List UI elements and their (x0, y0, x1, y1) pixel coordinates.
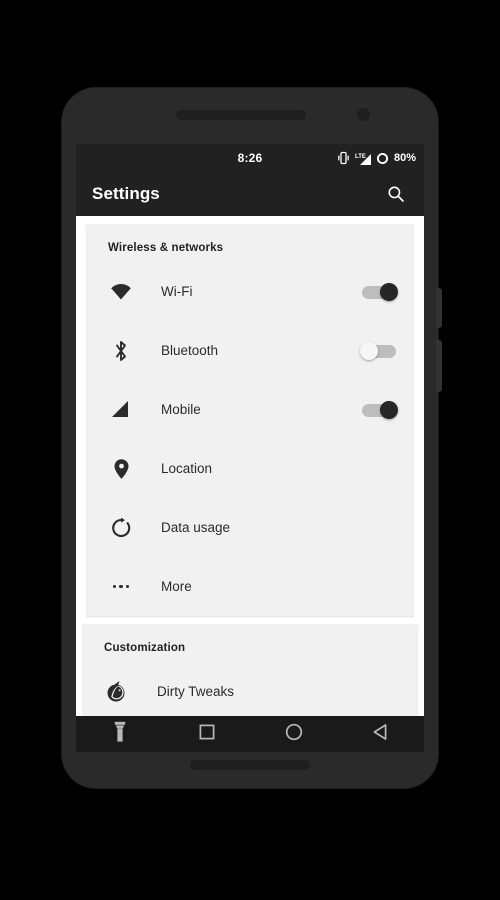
settings-row-wifi[interactable]: Wi-Fi (86, 262, 414, 321)
settings-row-location[interactable]: Location (86, 439, 414, 498)
volume-button[interactable] (436, 340, 442, 392)
app-bar: Settings (76, 172, 424, 216)
settings-row-data-usage[interactable]: Data usage (86, 498, 414, 557)
circle-icon (285, 723, 303, 746)
recents-button[interactable] (163, 716, 250, 752)
back-button[interactable] (337, 716, 424, 752)
location-pin-icon (108, 456, 134, 482)
bottom-speaker-grille (190, 760, 310, 770)
square-icon (199, 724, 215, 745)
battery-percent-label: 80% (393, 152, 416, 164)
settings-row-dirty-tweaks[interactable]: Dirty Tweaks (82, 662, 418, 721)
settings-row-label: Wi-Fi (161, 284, 193, 299)
toggle-knob (360, 341, 378, 360)
battery-circle-icon (376, 152, 389, 165)
section-title-wireless: Wireless & networks (108, 242, 224, 254)
phone-screen: 8:26 LTE 80% Settings Wireless & network… (76, 144, 424, 752)
wifi-toggle[interactable] (362, 282, 398, 301)
lte-signal-icon: LTE (355, 150, 372, 166)
section-card-customization: Customization Dirty Tweaks (82, 624, 418, 721)
status-time: 8:26 (237, 151, 263, 165)
settings-row-label: Location (161, 461, 213, 476)
settings-row-label: Bluetooth (161, 343, 219, 358)
page-title: Settings (92, 184, 160, 203)
settings-list[interactable]: Wireless & networks Wi-Fi Bluetooth Mobi… (76, 216, 424, 752)
screenshot-root: 8:26 LTE 80% Settings Wireless & network… (0, 0, 500, 900)
earpiece-speaker (176, 110, 306, 120)
unicorn-icon (104, 679, 130, 705)
search-icon[interactable] (382, 180, 410, 208)
toggle-knob (380, 282, 398, 301)
settings-row-label: More (161, 579, 192, 594)
phone-frame: 8:26 LTE 80% Settings Wireless & network… (62, 88, 442, 788)
triangle-back-icon (372, 723, 389, 746)
data-usage-icon (108, 515, 134, 541)
status-icon-tray: LTE 80% (336, 144, 416, 172)
bluetooth-toggle[interactable] (360, 341, 396, 360)
front-camera (357, 108, 370, 121)
flashlight-button[interactable] (76, 716, 163, 752)
settings-row-mobile[interactable]: Mobile (86, 380, 414, 439)
flashlight-icon (112, 721, 128, 748)
bluetooth-icon (108, 338, 134, 364)
mobile-toggle[interactable] (362, 400, 398, 419)
wifi-icon (108, 279, 134, 305)
settings-row-bluetooth[interactable]: Bluetooth (86, 321, 414, 380)
status-bar: 8:26 LTE 80% (76, 144, 424, 172)
signal-icon (108, 397, 134, 423)
section-title-customization: Customization (104, 642, 186, 654)
power-button[interactable] (436, 288, 442, 328)
section-card-wireless: Wireless & networks Wi-Fi Bluetooth Mobi… (86, 224, 414, 616)
settings-row-label: Data usage (161, 520, 231, 535)
navigation-bar (76, 716, 424, 752)
settings-row-label: Mobile (161, 402, 201, 417)
settings-row-more[interactable]: More (86, 557, 414, 616)
vibrate-icon (336, 151, 351, 165)
home-button[interactable] (250, 716, 337, 752)
more-dots-icon (108, 574, 134, 600)
toggle-knob (380, 400, 398, 419)
settings-row-label: Dirty Tweaks (157, 684, 235, 699)
